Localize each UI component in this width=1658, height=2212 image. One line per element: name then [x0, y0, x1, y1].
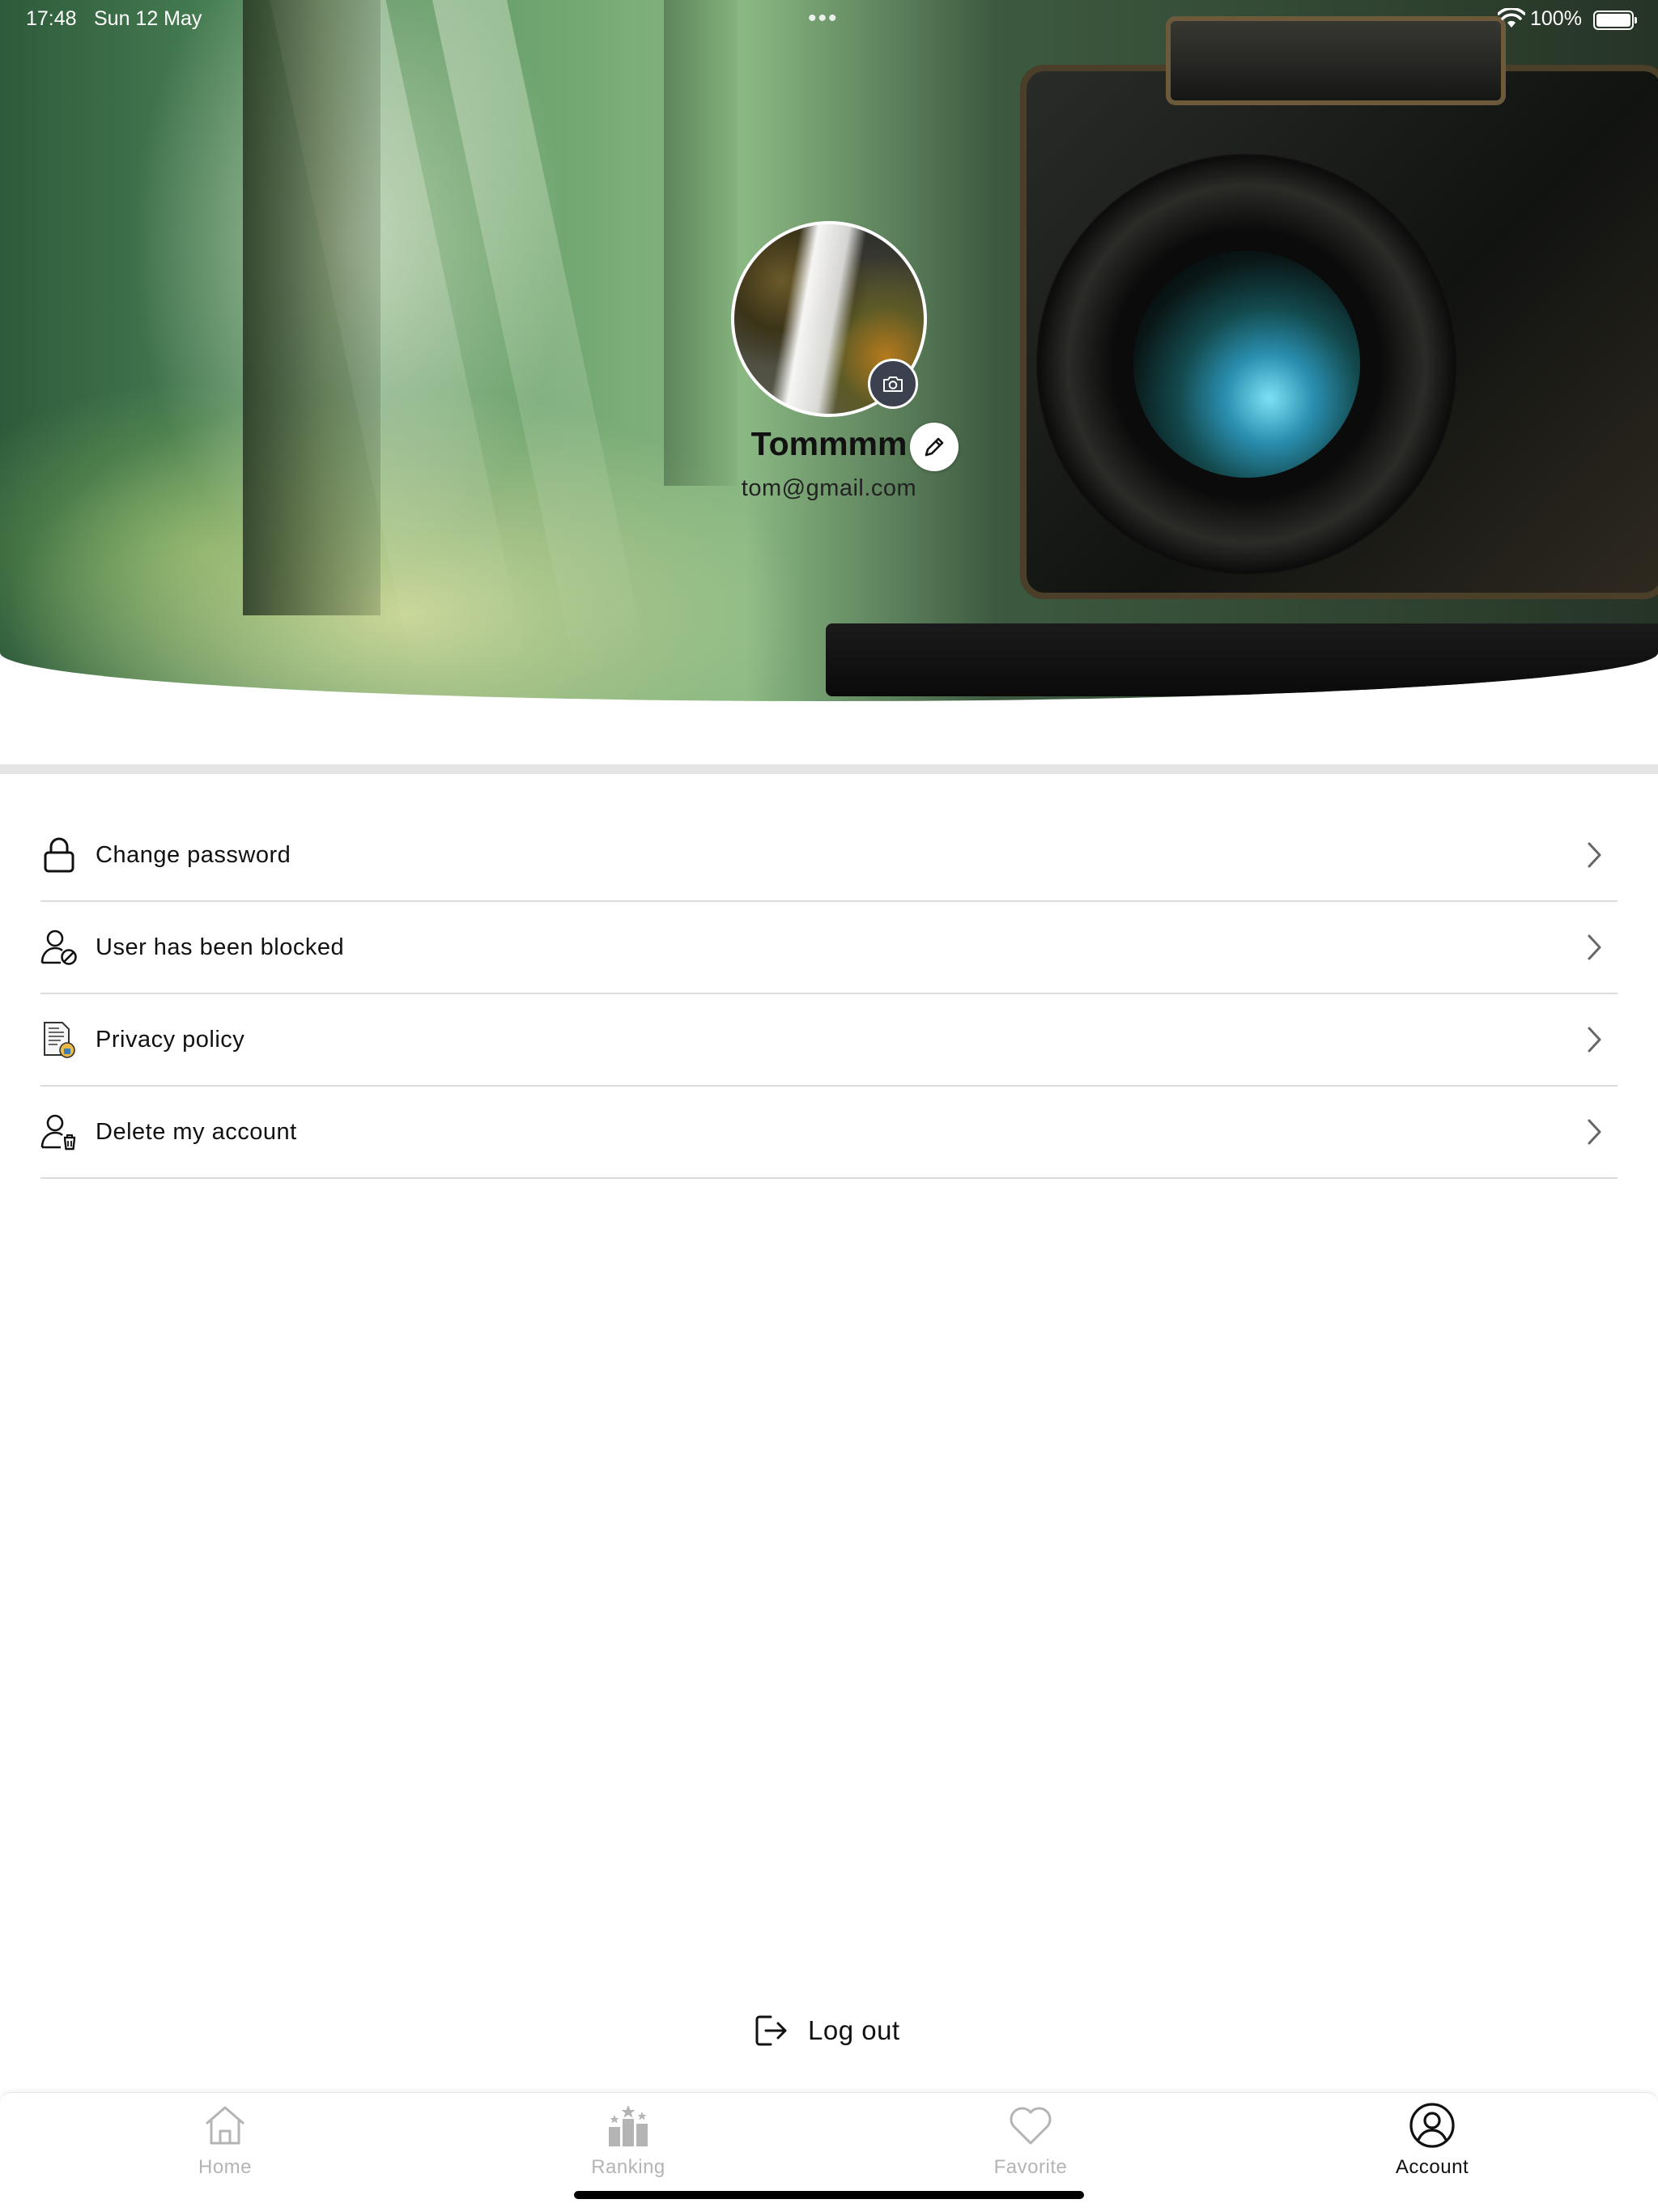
chevron-right-icon — [1588, 842, 1601, 868]
section-divider — [0, 764, 1658, 774]
menu-item-privacy-policy[interactable]: Privacy policy — [40, 994, 1618, 1087]
menu-item-label: Delete my account — [96, 1118, 297, 1145]
ranking-icon — [609, 2105, 648, 2146]
change-avatar-button[interactable] — [868, 359, 918, 409]
profile-name: Tommmm — [750, 425, 908, 462]
wifi-icon — [1498, 8, 1525, 28]
account-menu: Change password User has been blocked Pr… — [40, 810, 1618, 1179]
user-delete-icon — [40, 1113, 78, 1151]
tab-label: Account — [1395, 2156, 1469, 2178]
policy-document-icon — [40, 1021, 78, 1058]
camera-stand — [826, 623, 1658, 696]
menu-item-blocked-users[interactable]: User has been blocked — [40, 902, 1618, 994]
menu-item-label: User has been blocked — [96, 934, 345, 960]
lock-icon — [40, 836, 78, 874]
tree-trunk — [243, 0, 380, 615]
menu-item-change-password[interactable]: Change password — [40, 810, 1618, 902]
tab-label: Favorite — [993, 2156, 1068, 2178]
user-blocked-icon — [40, 929, 78, 966]
account-icon — [1409, 2103, 1455, 2148]
multitasking-dots[interactable]: ••• — [808, 5, 839, 32]
pencil-icon — [925, 437, 944, 457]
camera-icon — [883, 376, 903, 392]
logout-button[interactable]: Log out — [753, 2006, 900, 2055]
home-indicator[interactable] — [574, 2191, 1084, 2199]
tab-home[interactable]: Home — [144, 2101, 306, 2190]
edit-name-button[interactable] — [910, 423, 959, 471]
home-icon — [206, 2106, 244, 2145]
battery-percent: 100% — [1530, 7, 1582, 30]
chevron-right-icon — [1588, 1027, 1601, 1053]
status-bar: 17:48 Sun 12 May ••• 100% — [0, 0, 1658, 39]
menu-item-label: Change password — [96, 841, 291, 868]
tab-label: Ranking — [591, 2156, 665, 2178]
tab-label: Home — [198, 2156, 253, 2178]
chevron-right-icon — [1588, 1119, 1601, 1145]
chevron-right-icon — [1588, 934, 1601, 960]
status-date: Sun 12 May — [94, 7, 202, 30]
tree-trunk — [664, 0, 737, 486]
tab-ranking[interactable]: Ranking — [547, 2101, 709, 2190]
logout-icon — [755, 2015, 787, 2046]
profile-email: tom@gmail.com — [741, 475, 917, 501]
tab-favorite[interactable]: Favorite — [950, 2101, 1112, 2190]
tab-account[interactable]: Account — [1351, 2101, 1513, 2190]
menu-item-label: Privacy policy — [96, 1026, 245, 1053]
heart-icon — [1010, 2107, 1052, 2145]
menu-item-delete-account[interactable]: Delete my account — [40, 1087, 1618, 1179]
logout-label: Log out — [808, 2015, 900, 2045]
battery-full-icon — [1593, 11, 1637, 30]
vintage-camera-illustration — [826, 16, 1658, 696]
status-time: 17:48 — [26, 7, 77, 30]
